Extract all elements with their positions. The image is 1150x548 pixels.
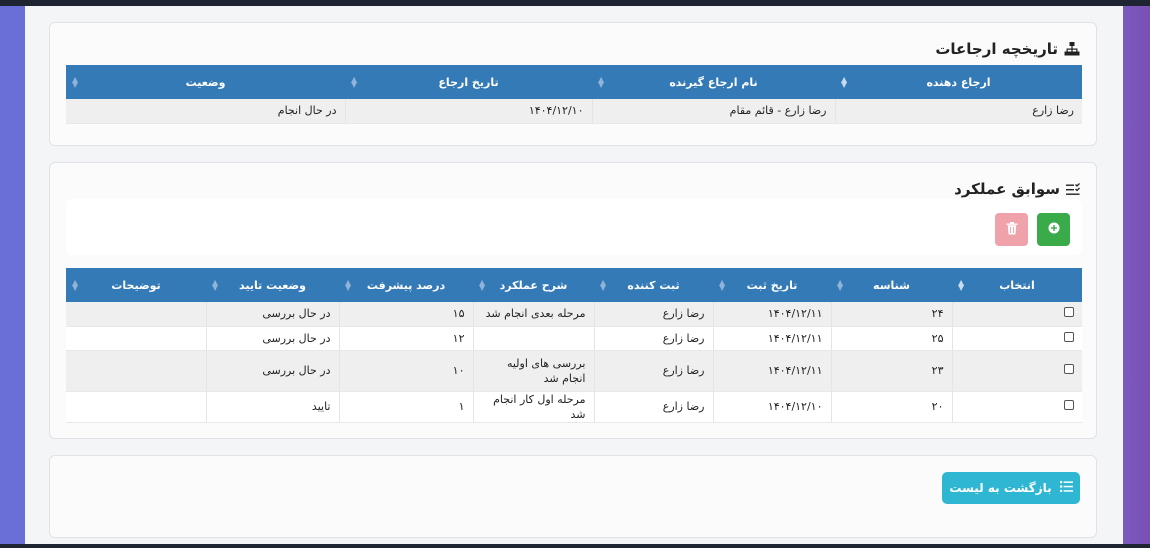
- table-cell: در حال انجام: [66, 99, 346, 124]
- row-select-cell: [952, 350, 1082, 392]
- sort-icon: ▲ ▼: [837, 278, 844, 292]
- table-cell: [66, 302, 207, 327]
- table-cell: در حال بررسی: [206, 326, 340, 351]
- table-cell: ۱: [339, 391, 474, 423]
- table-cell: ۲۰: [831, 391, 953, 423]
- table-cell: ۱۴۰۴/۱۲/۱۰: [345, 99, 593, 124]
- bottom-bar: [0, 544, 1150, 548]
- back-to-list-button[interactable]: بازگشت به لیست: [942, 472, 1080, 504]
- table-cell: تایید: [206, 391, 340, 423]
- table-toolbar: [66, 199, 1082, 255]
- sort-icon: ▲ ▼: [212, 278, 219, 292]
- sort-icon: ▲ ▼: [345, 278, 352, 292]
- column-header[interactable]: شناسه ▲ ▼: [831, 268, 952, 302]
- column-header[interactable]: شرح عملکرد ▲ ▼: [473, 268, 594, 302]
- main-content: تاریخچه ارجاعات ارجاع دهنده ▲ ▼ نام ارجاع …: [25, 6, 1123, 544]
- row-select-checkbox[interactable]: [1064, 331, 1074, 342]
- row-select-checkbox[interactable]: [1064, 307, 1074, 318]
- performance-records-title-text: سوابق عملکرد: [954, 180, 1060, 198]
- column-header[interactable]: ثبت کننده ▲ ▼: [594, 268, 713, 302]
- row-select-cell: [952, 326, 1082, 351]
- row-select-checkbox[interactable]: [1064, 400, 1074, 410]
- table-cell: در حال بررسی: [206, 302, 340, 327]
- table-cell: [66, 391, 207, 423]
- footer-card: بازگشت به لیست: [49, 455, 1097, 538]
- trash-icon: [1006, 221, 1018, 238]
- table-cell: ۱۴۰۴/۱۲/۱۱: [713, 302, 832, 327]
- list-icon: [1059, 481, 1073, 495]
- table-cell: رضا زارع - قائم مقام: [592, 99, 836, 124]
- column-header[interactable]: وضعیت تایید ▲ ▼: [206, 268, 339, 302]
- row-select-cell: [952, 302, 1082, 327]
- table-cell: ۱۴۰۴/۱۲/۱۱: [713, 350, 832, 392]
- column-header[interactable]: نام ارجاع گیرنده ▲ ▼: [592, 65, 835, 99]
- referral-table-header: ارجاع دهنده ▲ ▼ نام ارجاع گیرنده ▲ ▼ تاریخ ا…: [66, 65, 1082, 99]
- table-cell: [66, 326, 207, 351]
- table-cell: ۱۴۰۴/۱۲/۱۱: [713, 326, 832, 351]
- row-select-checkbox[interactable]: [1064, 364, 1074, 374]
- sort-icon: ▲ ▼: [958, 278, 965, 292]
- referral-history-title-text: تاریخچه ارجاعات: [935, 40, 1058, 58]
- referral-table: ارجاع دهنده ▲ ▼ نام ارجاع گیرنده ▲ ▼ تاریخ ا…: [66, 65, 1082, 124]
- table-cell: ۱۴۰۴/۱۲/۱۰: [713, 391, 832, 423]
- table-cell: بررسی های اولیه انجام شد: [473, 350, 595, 392]
- performance-records-title: سوابق عملکرد: [954, 180, 1080, 198]
- referral-history-card: تاریخچه ارجاعات ارجاع دهنده ▲ ▼ نام ارجاع …: [49, 22, 1097, 146]
- column-header[interactable]: ارجاع دهنده ▲ ▼: [835, 65, 1082, 99]
- sort-icon: ▲ ▼: [598, 75, 605, 89]
- column-header[interactable]: تاریخ ثبت ▲ ▼: [713, 268, 831, 302]
- table-cell: رضا زارع: [594, 391, 714, 423]
- performance-table: انتخاب ▲ ▼ شناسه ▲ ▼ تاریخ ثبت ▲ ▼ ثبت کننده ▲ ▼…: [66, 268, 1082, 423]
- table-row: ۲۴ ۱۴۰۴/۱۲/۱۱ رضا زارع مرحله بعدی انجام …: [66, 302, 1082, 327]
- table-cell: [473, 326, 595, 351]
- plus-circle-icon: [1048, 222, 1060, 237]
- add-record-button[interactable]: [1037, 213, 1070, 246]
- column-header[interactable]: انتخاب ▲ ▼: [952, 268, 1082, 302]
- sort-icon: ▲ ▼: [479, 278, 486, 292]
- table-cell: رضا زارع: [835, 99, 1082, 124]
- column-header[interactable]: توضیحات ▲ ▼: [66, 268, 206, 302]
- table-row: رضا زارع رضا زارع - قائم مقام ۱۴۰۴/۱۲/۱۰…: [66, 99, 1082, 124]
- delete-record-button[interactable]: [995, 213, 1028, 246]
- table-cell: رضا زارع: [594, 326, 714, 351]
- table-row: ۲۰ ۱۴۰۴/۱۲/۱۰ رضا زارع مرحله اول کار انج…: [66, 391, 1082, 423]
- table-cell: ۱۲: [339, 326, 474, 351]
- sort-icon: ▲ ▼: [841, 75, 848, 89]
- table-cell: رضا زارع: [594, 302, 714, 327]
- sitemap-icon: [1064, 42, 1080, 56]
- table-cell: ۲۵: [831, 326, 953, 351]
- row-select-cell: [952, 391, 1082, 423]
- table-cell: ۲۴: [831, 302, 953, 327]
- table-row: ۲۵ ۱۴۰۴/۱۲/۱۱ رضا زارع ۱۲ در حال بررسی: [66, 326, 1082, 351]
- sort-icon: ▲ ▼: [72, 278, 79, 292]
- table-cell: ۲۳: [831, 350, 953, 392]
- performance-table-header: انتخاب ▲ ▼ شناسه ▲ ▼ تاریخ ثبت ▲ ▼ ثبت کننده ▲ ▼…: [66, 268, 1082, 302]
- column-header[interactable]: درصد پیشرفت ▲ ▼: [339, 268, 473, 302]
- table-cell: مرحله اول کار انجام شد: [473, 391, 595, 423]
- table-cell: ۱۰: [339, 350, 474, 392]
- sort-icon: ▲ ▼: [600, 278, 607, 292]
- column-header[interactable]: تاریخ ارجاع ▲ ▼: [345, 65, 592, 99]
- sort-icon: ▲ ▼: [351, 75, 358, 89]
- table-row: ۲۳ ۱۴۰۴/۱۲/۱۱ رضا زارع بررسی های اولیه ا…: [66, 350, 1082, 392]
- table-cell: [66, 350, 207, 392]
- performance-records-card: سوابق عملکرد انتخاب ▲ ▼ شناسه ▲ ▼ تاریخ …: [49, 162, 1097, 439]
- table-cell: مرحله بعدی انجام شد: [473, 302, 595, 327]
- column-header[interactable]: وضعیت ▲ ▼: [66, 65, 345, 99]
- table-cell: رضا زارع: [594, 350, 714, 392]
- back-to-list-label: بازگشت به لیست: [949, 481, 1052, 495]
- referral-history-title: تاریخچه ارجاعات: [935, 40, 1080, 58]
- table-cell: در حال بررسی: [206, 350, 340, 392]
- list-check-icon: [1066, 182, 1080, 196]
- sort-icon: ▲ ▼: [72, 75, 79, 89]
- table-cell: ۱۵: [339, 302, 474, 327]
- sort-icon: ▲ ▼: [719, 278, 726, 292]
